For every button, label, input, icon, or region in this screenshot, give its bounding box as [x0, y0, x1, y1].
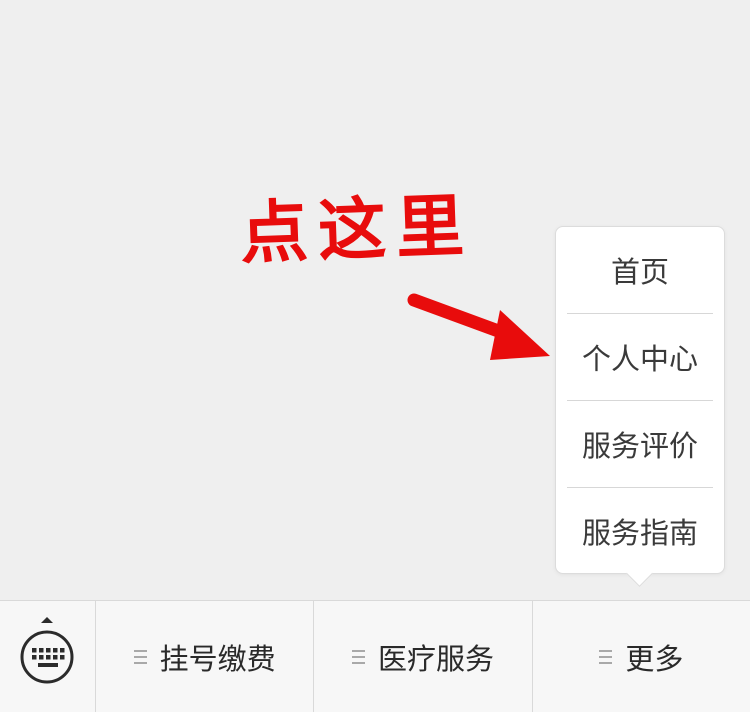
menu-icon [133, 646, 147, 668]
tab-medical-services[interactable]: 医疗服务 [314, 601, 533, 712]
menu-item-home[interactable]: 首页 [556, 227, 724, 313]
annotation-text: 点这里 [238, 185, 476, 275]
menu-item-label: 首页 [610, 255, 669, 289]
menu-item-label: 服务指南 [581, 516, 698, 550]
menu-item-personal-center[interactable]: 个人中心 [556, 314, 724, 400]
tab-label: 医疗服务 [377, 641, 494, 676]
keyboard-toggle-button[interactable] [0, 601, 96, 712]
menu-item-service-review[interactable]: 服务评价 [556, 401, 724, 487]
tab-label: 挂号缴费 [159, 641, 276, 676]
keyboard-icon [20, 617, 74, 684]
annotation-arrow-icon [407, 293, 550, 360]
menu-icon [351, 646, 365, 668]
more-popup-menu: 首页 个人中心 服务评价 服务指南 [555, 226, 725, 574]
tab-more[interactable]: 更多 [533, 601, 750, 712]
menu-icon [599, 646, 613, 668]
tab-label: 更多 [625, 641, 684, 676]
menu-item-label: 个人中心 [581, 342, 698, 376]
bottom-menu-bar: 挂号缴费 医疗服务 更多 [0, 600, 750, 712]
menu-item-label: 服务评价 [581, 429, 698, 463]
menu-item-service-guide[interactable]: 服务指南 [556, 488, 724, 574]
tab-registration-payment[interactable]: 挂号缴费 [96, 601, 315, 712]
